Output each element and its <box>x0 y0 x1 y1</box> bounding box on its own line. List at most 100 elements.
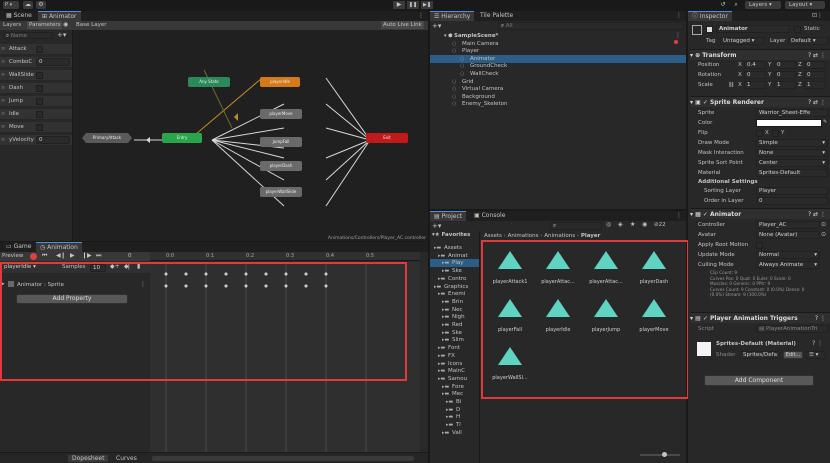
tab-animation[interactable]: ◷ Animation <box>36 242 82 252</box>
hierarchy-scene-menu-icon[interactable]: ⋮ <box>675 32 681 39</box>
filter-label-icon[interactable]: ◈ <box>618 221 623 228</box>
tab-animator[interactable]: ⊞ Animator <box>38 11 81 21</box>
state-node-4[interactable]: playerWallSlide <box>260 187 302 197</box>
primary-attack-node[interactable]: PrimaryAttack <box>82 133 132 143</box>
search-icon[interactable]: ⌕ <box>731 1 741 9</box>
cloud-icon[interactable]: ☁ <box>23 1 33 9</box>
drag-handle-icon[interactable]: ≡ <box>1 85 5 91</box>
shader-edit-button[interactable]: Edit... <box>783 351 803 359</box>
animator-field[interactable]: None (Avatar) <box>756 231 820 239</box>
tab-scene[interactable]: ▦ Scene <box>2 11 36 21</box>
hierarchy-menu-icon[interactable]: ⋮ <box>676 11 682 21</box>
auto-live-link-button[interactable]: Auto Live Link <box>381 21 424 29</box>
tab-game[interactable]: ▭ Game <box>2 242 35 252</box>
breadcrumb-item[interactable]: Animations <box>544 233 575 239</box>
parameter-row[interactable]: ≡ Move <box>0 122 72 133</box>
drag-handle-icon[interactable]: ≡ <box>1 98 5 104</box>
drag-handle-icon[interactable]: ≡ <box>1 111 5 117</box>
transform-value-field[interactable]: 0 <box>804 71 826 79</box>
prev-key-button[interactable]: ◀❙ <box>56 252 66 259</box>
parameter-checkbox[interactable] <box>36 46 43 53</box>
parameter-checkbox[interactable] <box>36 111 43 118</box>
drag-handle-icon[interactable]: ≡ <box>1 46 5 52</box>
animator-component-header[interactable]: ▾ ▦ ✓ Animator ? ⇄ ⋮ <box>690 208 830 219</box>
pause-button[interactable]: ❚❚ <box>407 1 419 9</box>
drag-handle-icon[interactable]: ≡ <box>1 124 5 130</box>
object-picker-icon[interactable]: ⊙ <box>821 221 826 228</box>
eye-icon[interactable]: ◉ <box>63 21 68 28</box>
order-in-layer-field[interactable]: 0 <box>756 197 828 205</box>
layout-dropdown[interactable]: Layout ▾ <box>785 1 825 9</box>
favorite-icon[interactable]: ★ <box>630 221 635 228</box>
favorites-label[interactable]: ▾★ Favorites <box>432 231 470 240</box>
hierarchy-item[interactable]: ◌ Enemy_Skeleton <box>430 100 686 108</box>
parameter-value-field[interactable]: 0 <box>36 136 70 144</box>
shader-dropdown[interactable]: Sprites/Defa ▾ <box>740 351 780 359</box>
state-node-2[interactable]: JumpFall <box>260 137 302 147</box>
drag-handle-icon[interactable]: ≡ <box>1 137 5 143</box>
curves-tab[interactable]: Curves <box>112 455 141 462</box>
first-key-button[interactable]: ⏮ <box>42 252 47 260</box>
project-search-input[interactable]: ⌕ <box>550 222 602 230</box>
add-parameter-button[interactable]: +▾ <box>57 31 66 39</box>
sprite-renderer-field[interactable]: Center ▾ <box>756 159 828 167</box>
parameter-row[interactable]: ≡ Idle <box>0 109 72 120</box>
triggers-header[interactable]: ▾ ▤ ✓ Player Animation Triggers ? ⋮ <box>690 312 830 323</box>
parameter-row[interactable]: ≡ Jump <box>0 96 72 107</box>
dopesheet-tab[interactable]: Dopesheet <box>68 455 109 462</box>
object-name-field[interactable]: Animator <box>716 25 790 33</box>
account-dropdown[interactable]: P ▾ <box>3 1 19 9</box>
transform-value-field[interactable]: 0 <box>774 71 796 79</box>
sprite-renderer-menu-icon[interactable]: ? ⇄ ⋮ <box>808 97 826 108</box>
tab-console[interactable]: ▣ Console <box>470 211 509 221</box>
step-button[interactable]: ▶❚ <box>421 1 433 9</box>
record-button[interactable] <box>30 253 37 260</box>
parameter-row[interactable]: ≡ Attack <box>0 44 72 55</box>
parameters-tab[interactable]: Parameters <box>27 21 63 29</box>
breadcrumb-item[interactable]: Animations <box>508 233 539 239</box>
hierarchy-add-button[interactable]: +▾ <box>432 22 441 30</box>
animator-component-menu-icon[interactable]: ? ⇄ ⋮ <box>808 209 826 220</box>
frame-field[interactable]: 0 <box>128 253 132 259</box>
parameter-row[interactable]: ≡ yVelocity 0 <box>0 135 72 146</box>
scale-link-icon[interactable]: ⛓ <box>728 82 734 88</box>
sprite-renderer-field[interactable]: Sprites-Default <box>756 169 828 177</box>
tab-project[interactable]: ▤ Project <box>430 211 467 221</box>
transform-value-field[interactable]: 0 <box>744 71 766 79</box>
transform-value-field[interactable]: 0 <box>774 61 796 69</box>
inspector-lock-icon[interactable]: ⊡⋮ <box>812 11 823 21</box>
flip-y-checkbox[interactable] <box>772 130 779 137</box>
shader-list-button[interactable]: ☰ ▾ <box>806 351 826 359</box>
animator-field[interactable]: Normal ▾ <box>756 251 820 259</box>
transform-value-field[interactable]: 1 <box>774 81 796 89</box>
visibility-icon[interactable]: ◉ <box>642 221 647 228</box>
layers-dropdown[interactable]: Layers ▾ <box>745 1 781 9</box>
collab-icon[interactable]: ⚙ <box>36 1 46 9</box>
parameter-checkbox[interactable] <box>36 85 43 92</box>
layers-tab[interactable]: Layers <box>3 22 21 28</box>
thumbnail-size-slider[interactable] <box>640 452 680 457</box>
tab-tile-palette[interactable]: Tile Palette <box>476 11 517 21</box>
sprite-renderer-field[interactable]: Warrior_Sheet-Effe <box>756 109 828 117</box>
triggers-menu-icon[interactable]: ? ⋮ <box>815 313 826 324</box>
static-checkbox[interactable] <box>794 26 801 33</box>
hierarchy-search-input[interactable]: ⌕ All <box>498 22 684 30</box>
active-checkbox[interactable] <box>706 26 713 33</box>
breadcrumb-item[interactable]: Player <box>581 233 601 239</box>
play-clip-button[interactable]: ▶ <box>70 252 75 259</box>
sprite-renderer-header[interactable]: ▾ ▣ ✓ Sprite Renderer ? ⇄ ⋮ <box>690 96 830 107</box>
parameter-checkbox[interactable] <box>36 98 43 105</box>
project-menu-icon[interactable]: ⋮ <box>676 211 682 221</box>
vertical-scrollbar[interactable] <box>421 262 426 450</box>
animator-field[interactable]: Always Animate ▾ <box>756 261 820 269</box>
parameter-row[interactable]: ≡ WallSlide <box>0 70 72 81</box>
timeline-ruler[interactable]: 0:0 0:1 0:2 0:3 0:4 0:5 <box>150 252 420 261</box>
animator-field[interactable]: Player_AC <box>756 221 820 229</box>
component-menu-icon[interactable]: ? ⇄ ⋮ <box>808 50 826 61</box>
additional-settings-foldout[interactable]: Additional Settings <box>698 179 758 185</box>
material-menu-icon[interactable]: ? ⋮ <box>812 340 823 347</box>
object-picker-icon[interactable]: ⊙ <box>821 231 826 238</box>
history-icon[interactable]: ↺ <box>718 1 728 9</box>
parameter-row[interactable]: ≡ ComboC 0 <box>0 57 72 68</box>
next-key-button[interactable]: ❙▶ <box>82 252 92 259</box>
